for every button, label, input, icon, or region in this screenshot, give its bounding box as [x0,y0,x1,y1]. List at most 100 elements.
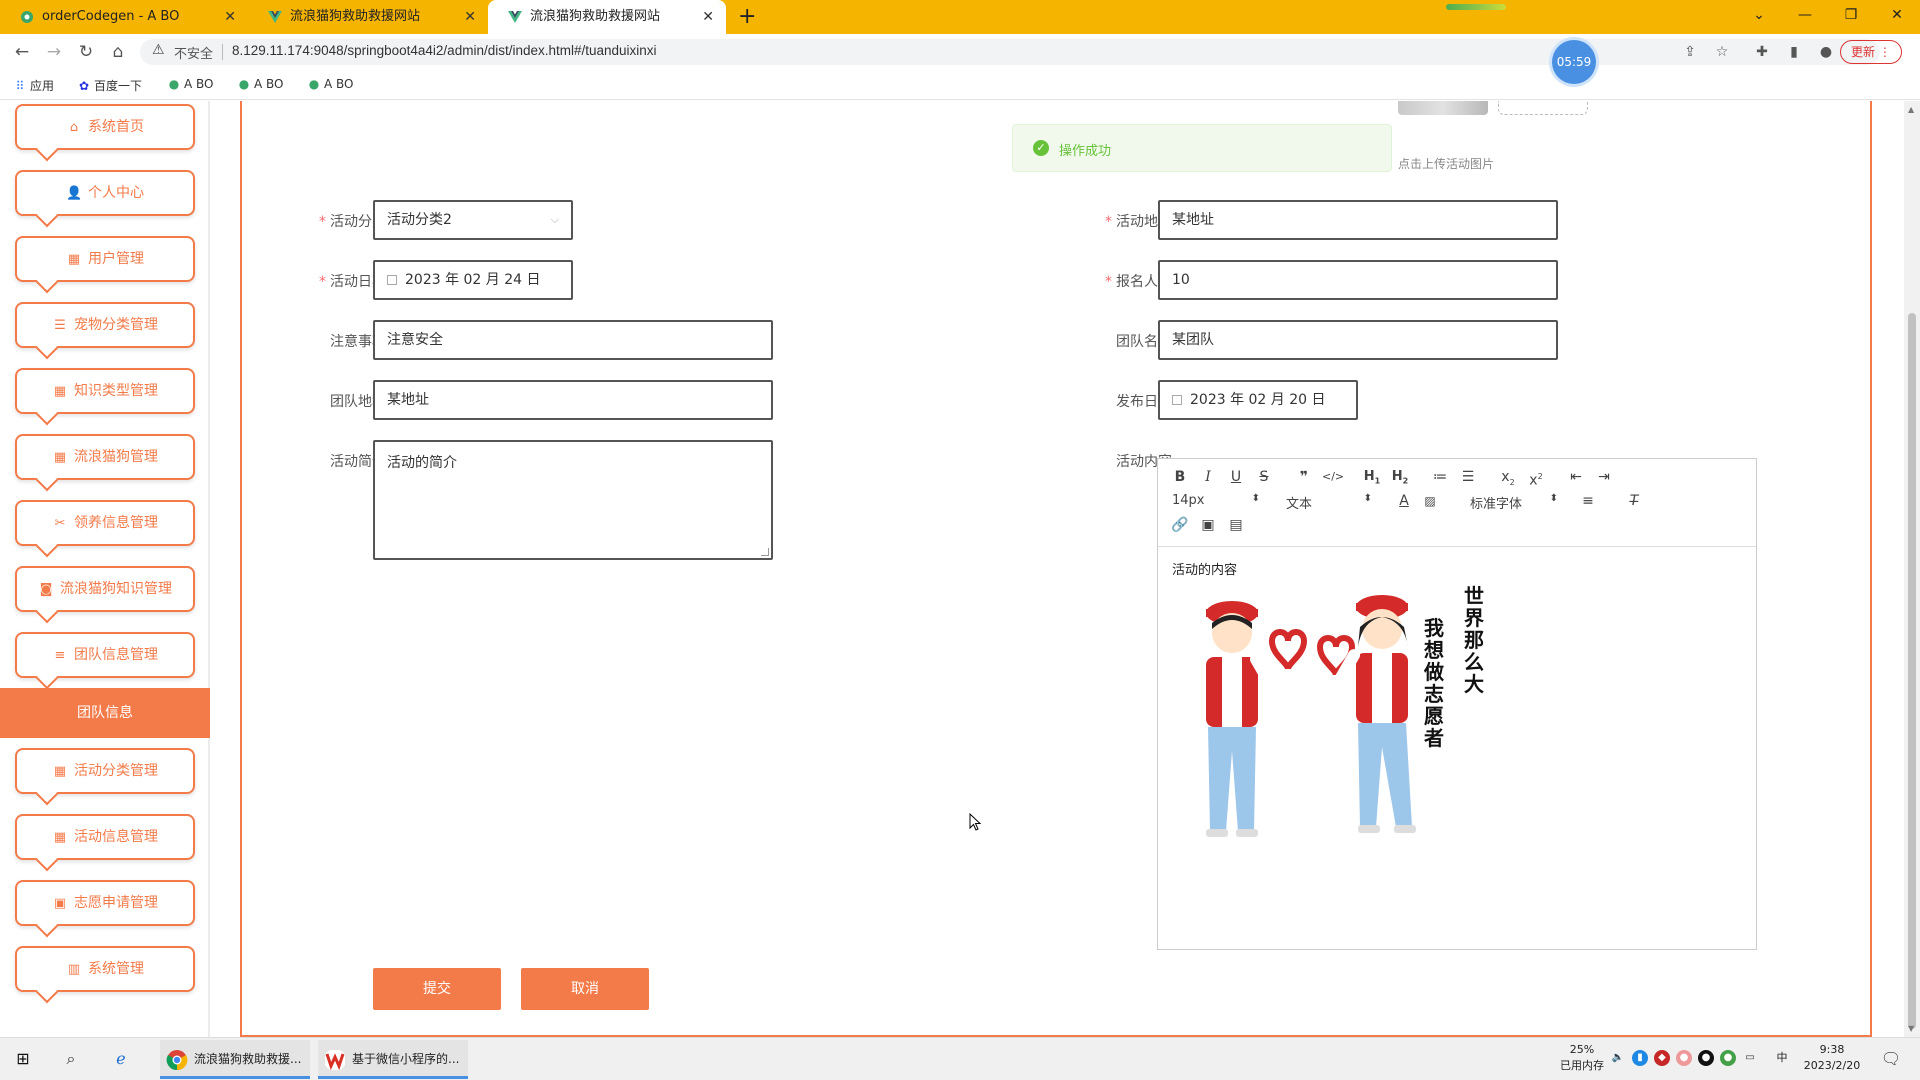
sidebar-item-team-info-active[interactable]: 团队信息 [0,688,210,738]
side-panel-icon[interactable]: ▮ [1784,42,1804,62]
font-color-icon[interactable]: A [1394,491,1414,511]
tray-app-icon[interactable]: ● [1676,1050,1692,1066]
insecure-label[interactable]: 不安全 [174,43,213,62]
scroll-up-arrow-icon[interactable]: ▲ [1908,105,1914,114]
sidebar-item-pet-category[interactable]: ☰ 宠物分类管理 [15,302,195,348]
activity-intro-textarea[interactable]: 活动的简介 [373,440,773,560]
taskbar-app-wps[interactable]: 基于微信小程序的... [318,1040,468,1079]
sidebar-item-team-info-management[interactable]: ≡ 团队信息管理 [15,632,195,678]
close-tab-icon[interactable]: ✕ [702,0,714,34]
security-shield-icon[interactable]: ◆ [1654,1050,1670,1066]
resize-handle[interactable] [761,548,769,556]
block-type-select[interactable]: 文本 ⬍ [1286,493,1372,512]
sidebar-item-volunteer-application[interactable]: ▣ 志愿申请管理 [15,880,195,926]
qq-penguin-icon[interactable]: ● [1698,1050,1714,1066]
restore-button[interactable]: ❐ [1828,0,1874,30]
tray-green-icon[interactable]: ● [1720,1050,1736,1066]
editor-content-area[interactable]: 活动的内容 世界那么大 我想做志愿者 [1158,547,1756,949]
link-icon[interactable]: 🔗 [1170,515,1190,535]
sidebar-item-activity-category[interactable]: ▦ 活动分类管理 [15,748,195,794]
ordered-list-icon[interactable]: ≔ [1430,467,1450,487]
bullet-list-icon[interactable]: ☰ [1458,467,1478,487]
new-tab-button[interactable]: + [738,4,756,29]
bold-icon[interactable]: B [1170,467,1190,487]
bookmark-apps[interactable]: ⠿ 应用 [14,77,54,94]
memory-usage[interactable]: 25% 已用内存 [1552,1042,1612,1074]
scrollbar-thumb[interactable] [1908,313,1916,1029]
sidebar-item-user-management[interactable]: ▦ 用户管理 [15,236,195,282]
code-block-icon[interactable]: </> [1322,467,1344,487]
update-button[interactable]: 更新 ⋮ [1840,40,1902,64]
sidebar-item-stray-knowledge[interactable]: ◙ 流浪猫狗知识管理 [15,566,195,612]
volume-icon[interactable]: 🔈 [1610,1050,1626,1066]
image-upload-box[interactable] [1498,101,1588,115]
back-arrow-icon[interactable]: ← [10,40,34,64]
browser-tab-ordercodegen[interactable]: orderCodegen - A BO ✕ [0,0,248,34]
ie-browser-icon[interactable]: ℯ [110,1048,132,1070]
notes-input[interactable]: 注意安全 [373,320,773,360]
profile-avatar-icon[interactable]: ● [1816,42,1836,62]
sidebar-item-adoption-info[interactable]: ✂ 领养信息管理 [15,500,195,546]
rich-text-editor[interactable]: B I U S ❞ </> H1 H2 ≔ ☰ x2 x2 ⇤ ⇥ 14px ⬍ … [1157,458,1757,950]
activity-category-select[interactable]: 活动分类2 ⌵ [373,200,573,240]
notification-icon[interactable]: 🗨 [1880,1048,1902,1070]
sidebar-item-system-management[interactable]: ▥ 系统管理 [15,946,195,992]
signup-count-input[interactable]: 10 [1158,260,1558,300]
background-color-icon[interactable]: ▨ [1420,491,1440,511]
forward-arrow-icon[interactable]: → [42,40,66,64]
uploaded-activity-image[interactable] [1398,101,1488,115]
browser-tab-rescue-1[interactable]: 流浪猫狗救助救援网站 ✕ [248,0,488,34]
align-icon[interactable]: ≡ [1578,491,1598,511]
sidebar-item-personal-center[interactable]: 👤 个人中心 [15,170,195,216]
bookmark-abo-3[interactable]: ● A BO [308,77,354,91]
bookmark-abo-2[interactable]: ● A BO [238,77,284,91]
font-family-select[interactable]: 标准字体 ⬍ [1470,493,1558,512]
strikethrough-icon[interactable]: S [1254,467,1274,487]
system-clock[interactable]: 9:38 2023/2/20 [1796,1042,1868,1074]
search-icon[interactable]: ⌕ [60,1048,82,1070]
blockquote-icon[interactable]: ❞ [1294,467,1314,487]
reload-icon[interactable]: ↻ [74,40,98,64]
italic-icon[interactable]: I [1198,467,1218,487]
extensions-puzzle-icon[interactable]: ✚ [1752,42,1772,62]
minimize-button[interactable]: — [1782,0,1828,30]
page-scrollbar[interactable]: ▲ ▼ [1904,101,1920,1037]
team-name-input[interactable]: 某团队 [1158,320,1558,360]
team-address-input[interactable]: 某地址 [373,380,773,420]
heading1-icon[interactable]: H1 [1362,467,1382,487]
underline-icon[interactable]: U [1226,467,1246,487]
recording-timer[interactable]: 05:59 [1552,40,1596,84]
close-window-button[interactable]: ✕ [1874,0,1920,30]
video-icon[interactable]: ▤ [1226,515,1246,535]
sidebar-item-knowledge-type[interactable]: ▦ 知识类型管理 [15,368,195,414]
windows-start-icon[interactable]: ⊞ [12,1048,34,1070]
url-text[interactable]: 8.129.11.174:9048/springboot4a4i2/admin/… [232,43,657,58]
network-icon[interactable]: ▮ [1632,1050,1648,1066]
subscript-icon[interactable]: x2 [1498,467,1518,487]
submit-button[interactable]: 提交 [373,968,501,1010]
sidebar-item-home[interactable]: ⌂ 系统首页 [15,104,195,150]
share-icon[interactable]: ⇪ [1680,42,1700,62]
heading2-icon[interactable]: H2 [1390,467,1410,487]
cancel-button[interactable]: 取消 [521,968,649,1010]
ime-indicator[interactable]: 中 [1772,1050,1792,1066]
outdent-icon[interactable]: ⇤ [1566,467,1586,487]
publish-date-picker[interactable]: 2023 年 02 月 20 日 [1158,380,1358,420]
close-tab-icon[interactable]: ✕ [224,0,236,34]
close-tab-icon[interactable]: ✕ [464,0,476,34]
image-icon[interactable]: ▣ [1198,515,1218,535]
browser-tab-rescue-active[interactable]: 流浪猫狗救助救援网站 ✕ [488,0,726,34]
bookmark-star-icon[interactable]: ☆ [1712,42,1732,62]
tab-search-icon[interactable]: ⌄ [1736,0,1782,30]
bookmark-baidu[interactable]: ✿ 百度一下 [78,77,142,94]
indent-icon[interactable]: ⇥ [1594,467,1614,487]
activity-address-input[interactable]: 某地址 [1158,200,1558,240]
bookmark-abo-1[interactable]: ● A BO [168,77,214,91]
scroll-down-arrow-icon[interactable]: ▼ [1908,1024,1914,1033]
warning-icon[interactable]: ⚠ [152,42,165,58]
activity-date-picker[interactable]: 2023 年 02 月 24 日 [373,260,573,300]
sidebar-item-activity-info[interactable]: ▦ 活动信息管理 [15,814,195,860]
superscript-icon[interactable]: x2 [1526,467,1546,489]
sidebar-item-stray-animals[interactable]: ▦ 流浪猫狗管理 [15,434,195,480]
taskbar-app-chrome[interactable]: 流浪猫狗救助救援... [160,1040,310,1079]
